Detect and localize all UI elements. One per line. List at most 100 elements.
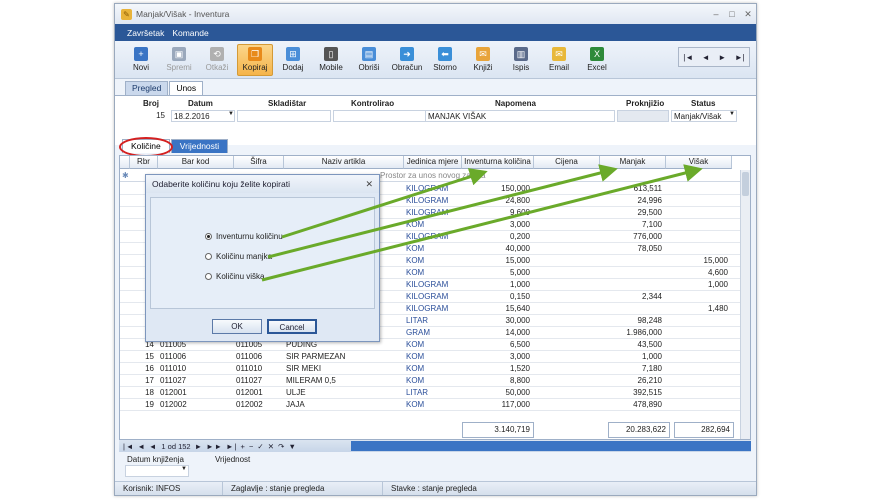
toolbar-excel-button[interactable]: X Excel [579,44,615,76]
table-cell: LITAR [406,388,429,397]
toolbar-storno-button[interactable]: ⬅ Storno [427,44,463,76]
grid-header-indicator [120,156,130,169]
datum-dropdown-icon[interactable]: ▼ [228,111,234,117]
toolbar-delete-button[interactable]: ▤ Obriši [351,44,387,76]
mobile-icon: ▯ [324,47,338,61]
table-row[interactable]: 18 012001 012001 ULJE LITAR 50,000 392,515 [120,387,740,399]
tab-pregled[interactable]: Pregled [125,81,169,95]
table-cell: 478,890 [633,400,662,409]
nav-first-prev-icon[interactable]: |◄ ◄ ◄ [119,442,157,451]
toolbar-add-button[interactable]: ⊞ Dodaj [275,44,311,76]
column-header-7[interactable]: Manjak [600,156,666,169]
title-bar: ✎ Manjak/Višak - Inventura – □ ✕ [115,4,756,24]
table-cell: 26,210 [637,376,662,385]
label-broj: Broj [143,99,159,108]
table-cell: 1,480 [707,304,728,313]
status-bar: Korisnik: INFOS Zaglavlje : stanje pregl… [115,481,756,495]
menu-zavrsetak[interactable]: Završetak [127,28,164,38]
datum-knjizenja-field[interactable] [125,465,189,477]
table-row[interactable]: 17 011027 011027 MILERAM 0,5 KOM 8,800 26,210 [120,375,740,387]
grid-vertical-scrollbar[interactable] [740,170,750,439]
delete-icon: ▤ [362,47,376,61]
nav-next-last-icon[interactable]: ► ►► ►| + − ✓ ✕ ↷ ▼ [195,442,297,451]
toolbar-label: Otkaži [205,63,229,72]
save-icon: ▣ [172,47,186,61]
option-manjak-label: Količinu manjka [216,252,273,261]
table-cell: KILOGRAM [406,232,449,241]
toolbar-print-button[interactable]: ▥ Ispis [503,44,539,76]
post-icon: ✉ [476,47,490,61]
tab-unos[interactable]: Unos [169,81,204,95]
kontrolirao-field[interactable] [333,110,427,122]
table-cell: KOM [406,352,425,361]
option-inventurna-label: Inventurnu količinu [216,232,283,241]
column-header-2[interactable]: Šifra [234,156,284,169]
menu-komande[interactable]: Komande [172,28,208,38]
column-header-0[interactable]: Rbr [130,156,158,169]
table-cell: 24,996 [637,196,662,205]
table-cell: 0,200 [509,232,530,241]
toolbar-cancel-button: ⟲ Otkaži [199,44,235,76]
email-icon: ✉ [552,47,566,61]
dialog-options-panel: Inventurnu količinu Količinu manjka Koli… [150,197,375,309]
menu-bar: Završetak Komande [115,24,756,41]
highlight-circle [119,137,173,157]
table-row[interactable]: 16 011010 011010 SIR MEKI KOM 1,520 7,180 [120,363,740,375]
prev-record-button[interactable]: ◄ [702,53,710,62]
column-header-1[interactable]: Bar kod [158,156,234,169]
option-inventurna[interactable]: Inventurnu količinu [205,232,283,241]
last-record-button[interactable]: ►| [735,53,745,62]
table-cell: 14,000 [505,328,530,337]
column-header-4[interactable]: Jedinica mjere [404,156,462,169]
status-dropdown-icon[interactable]: ▼ [729,111,735,117]
toolbar-copy-button[interactable]: ❐ Kopiraj [237,44,273,76]
table-cell: KOM [406,268,425,277]
column-header-3[interactable]: Naziv artikla [284,156,404,169]
first-record-button[interactable]: |◄ [683,53,693,62]
table-cell: 6,500 [509,340,530,349]
toolbar-label: Obračun [391,63,423,72]
table-cell: 1,000 [641,352,662,361]
table-cell: 15,640 [505,304,530,313]
toolbar-new-button[interactable]: + Novi [123,44,159,76]
table-cell: 392,515 [633,388,662,397]
next-record-button[interactable]: ► [718,53,726,62]
datum-knjizenja-dropdown-icon[interactable]: ▼ [181,466,187,472]
column-header-5[interactable]: Inventurna količina [462,156,534,169]
toolbar-label: Knjiži [473,63,493,72]
dialog-close-icon[interactable]: ✕ [365,175,373,193]
table-cell: 4,600 [707,268,728,277]
minimize-icon[interactable]: – [708,9,724,20]
datum-field[interactable]: 18.2.2016 [171,110,235,122]
column-header-6[interactable]: Cijena [534,156,600,169]
toolbar-email-button[interactable]: ✉ Email [541,44,577,76]
horizontal-scrollbar[interactable] [351,441,751,451]
radio-visak[interactable] [205,273,212,280]
maximize-icon[interactable]: □ [724,9,740,20]
scrollbar-thumb[interactable] [742,172,749,196]
proknjizio-field [617,110,669,122]
table-row[interactable]: 19 012002 012002 JAJA KOM 117,000 478,890 [120,399,740,411]
table-row[interactable]: 15 011006 011006 SIR PARMEZAN KOM 3,000 1,000 [120,351,740,363]
ok-button[interactable]: OK [212,319,262,334]
toolbar-label: Spremi [166,63,192,72]
napomena-field[interactable]: MANJAK VIŠAK [425,110,615,122]
toolbar-calc-button[interactable]: ➜ Obračun [389,44,425,76]
radio-inventurna[interactable] [205,233,212,240]
skladistar-field[interactable] [237,110,331,122]
tab-vrijednosti[interactable]: Vrijednosti [170,139,229,153]
status-select[interactable]: Manjak/Višak [671,110,737,122]
option-manjak[interactable]: Količinu manjka [205,252,272,261]
column-header-8[interactable]: Višak [666,156,732,169]
radio-manjak[interactable] [205,253,212,260]
toolbar: + Novi ▣ Spremi ⟲ Otkaži ❐ Kopiraj ⊞ Dodaj ▯ Mobile… [115,41,756,79]
broj-field[interactable]: 15 [123,110,169,122]
table-cell: 3,000 [509,352,530,361]
cancel-button[interactable]: Cancel [267,319,317,334]
close-icon[interactable]: ✕ [740,9,756,20]
toolbar-post-button[interactable]: ✉ Knjiži [465,44,501,76]
option-visak[interactable]: Količinu viška [205,272,264,281]
table-cell: KOM [406,376,425,385]
toolbar-mobile-button[interactable]: ▯ Mobile [313,44,349,76]
table-cell: MILERAM 0,5 [286,376,336,385]
